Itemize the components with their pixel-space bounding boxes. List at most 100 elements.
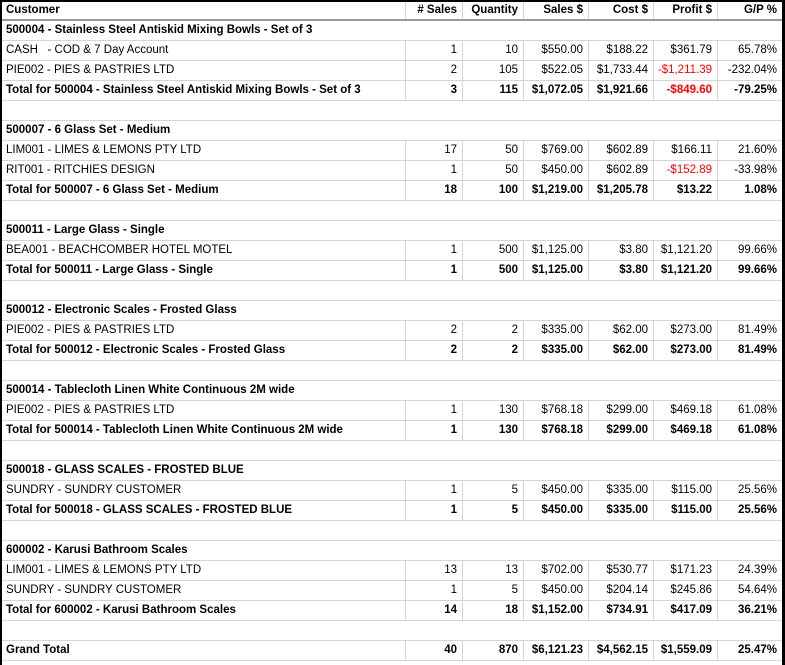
cell-cost-amount[interactable]: $602.89 (588, 141, 653, 160)
cell-sales-amount[interactable]: $450.00 (523, 481, 588, 500)
cell-gp-percent[interactable]: 81.49% (717, 341, 782, 360)
cell-gp-percent[interactable]: -33.98% (717, 161, 782, 180)
cell-sales-count[interactable]: 1 (405, 161, 462, 180)
cell-customer[interactable]: SUNDRY - SUNDRY CUSTOMER (2, 481, 405, 500)
cell-sales-amount[interactable]: $769.00 (523, 141, 588, 160)
cell-gp-percent[interactable]: 65.78% (717, 41, 782, 60)
cell-sales-count[interactable]: 2 (405, 61, 462, 80)
cell-cost-amount[interactable]: $299.00 (588, 401, 653, 420)
cell-profit-amount[interactable]: $273.00 (653, 321, 717, 340)
cell-cost-amount[interactable]: $188.22 (588, 41, 653, 60)
cell-customer[interactable]: CASH - COD & 7 Day Account (2, 41, 405, 60)
group-title[interactable]: 500004 - Stainless Steel Antiskid Mixing… (2, 21, 782, 40)
cell-sales-amount[interactable]: $768.18 (523, 421, 588, 440)
cell-customer[interactable]: PIE002 - PIES & PASTRIES LTD (2, 321, 405, 340)
cell-total-label[interactable]: Total for 500004 - Stainless Steel Antis… (2, 81, 405, 100)
cell-profit-amount[interactable]: -$1,211.39 (653, 61, 717, 80)
cell-profit-amount[interactable]: $1,559.09 (653, 641, 717, 660)
cell-sales-amount[interactable]: $1,152.00 (523, 601, 588, 620)
cell-profit-amount[interactable]: $469.18 (653, 421, 717, 440)
column-header-gp-percent[interactable]: G/P % (717, 2, 782, 19)
cell-gp-percent[interactable]: 61.08% (717, 401, 782, 420)
cell-sales-count[interactable]: 17 (405, 141, 462, 160)
cell-cost-amount[interactable]: $204.14 (588, 581, 653, 600)
group-title[interactable]: 500011 - Large Glass - Single (2, 221, 782, 240)
cell-profit-amount[interactable]: $245.86 (653, 581, 717, 600)
cell-customer[interactable]: LIM001 - LIMES & LEMONS PTY LTD (2, 141, 405, 160)
cell-sales-amount[interactable]: $6,121.23 (523, 641, 588, 660)
cell-gp-percent[interactable]: 99.66% (717, 261, 782, 280)
cell-total-label[interactable]: Total for 500011 - Large Glass - Single (2, 261, 405, 280)
cell-sales-count[interactable]: 1 (405, 481, 462, 500)
cell-total-label[interactable]: Total for 500018 - GLASS SCALES - FROSTE… (2, 501, 405, 520)
cell-gp-percent[interactable]: 25.56% (717, 501, 782, 520)
cell-profit-amount[interactable]: $469.18 (653, 401, 717, 420)
cell-sales-amount[interactable]: $450.00 (523, 161, 588, 180)
cell-sales-amount[interactable]: $1,219.00 (523, 181, 588, 200)
cell-total-label[interactable]: Total for 500014 - Tablecloth Linen Whit… (2, 421, 405, 440)
cell-sales-amount[interactable]: $335.00 (523, 341, 588, 360)
cell-gp-percent[interactable]: 99.66% (717, 241, 782, 260)
column-header-profit-amount[interactable]: Profit $ (653, 2, 717, 19)
cell-quantity[interactable]: 2 (462, 321, 523, 340)
cell-sales-count[interactable]: 3 (405, 81, 462, 100)
cell-gp-percent[interactable]: 54.64% (717, 581, 782, 600)
group-title[interactable]: 600002 - Karusi Bathroom Scales (2, 541, 782, 560)
cell-customer[interactable]: BEA001 - BEACHCOMBER HOTEL MOTEL (2, 241, 405, 260)
cell-total-label[interactable]: Total for 500012 - Electronic Scales - F… (2, 341, 405, 360)
cell-gp-percent[interactable]: 24.39% (717, 561, 782, 580)
cell-cost-amount[interactable]: $335.00 (588, 481, 653, 500)
cell-cost-amount[interactable]: $1,733.44 (588, 61, 653, 80)
cell-gp-percent[interactable]: 61.08% (717, 421, 782, 440)
cell-cost-amount[interactable]: $299.00 (588, 421, 653, 440)
cell-quantity[interactable]: 500 (462, 241, 523, 260)
cell-sales-amount[interactable]: $335.00 (523, 321, 588, 340)
cell-quantity[interactable]: 10 (462, 41, 523, 60)
cell-quantity[interactable]: 115 (462, 81, 523, 100)
cell-customer[interactable]: SUNDRY - SUNDRY CUSTOMER (2, 581, 405, 600)
cell-profit-amount[interactable]: $171.23 (653, 561, 717, 580)
cell-quantity[interactable]: 2 (462, 341, 523, 360)
cell-cost-amount[interactable]: $3.80 (588, 261, 653, 280)
cell-customer[interactable]: LIM001 - LIMES & LEMONS PTY LTD (2, 561, 405, 580)
cell-sales-count[interactable]: 18 (405, 181, 462, 200)
cell-sales-amount[interactable]: $450.00 (523, 581, 588, 600)
cell-gp-percent[interactable]: -232.04% (717, 61, 782, 80)
cell-gp-percent[interactable]: 81.49% (717, 321, 782, 340)
cell-customer[interactable]: PIE002 - PIES & PASTRIES LTD (2, 401, 405, 420)
cell-total-label[interactable]: Total for 500007 - 6 Glass Set - Medium (2, 181, 405, 200)
cell-profit-amount[interactable]: $115.00 (653, 481, 717, 500)
cell-quantity[interactable]: 5 (462, 581, 523, 600)
cell-quantity[interactable]: 130 (462, 401, 523, 420)
cell-quantity[interactable]: 105 (462, 61, 523, 80)
cell-sales-count[interactable]: 1 (405, 501, 462, 520)
cell-sales-count[interactable]: 40 (405, 641, 462, 660)
column-header-customer[interactable]: Customer (2, 2, 405, 19)
cell-sales-amount[interactable]: $1,072.05 (523, 81, 588, 100)
cell-gp-percent[interactable]: 25.47% (717, 641, 782, 660)
cell-sales-count[interactable]: 1 (405, 41, 462, 60)
cell-profit-amount[interactable]: $273.00 (653, 341, 717, 360)
cell-profit-amount[interactable]: $166.11 (653, 141, 717, 160)
group-title[interactable]: 500018 - GLASS SCALES - FROSTED BLUE (2, 461, 782, 480)
cell-total-label[interactable]: Grand Total (2, 641, 405, 660)
cell-cost-amount[interactable]: $734.91 (588, 601, 653, 620)
cell-sales-count[interactable]: 14 (405, 601, 462, 620)
column-header-sales-count[interactable]: # Sales (405, 2, 462, 19)
cell-sales-count[interactable]: 1 (405, 581, 462, 600)
cell-customer[interactable]: RIT001 - RITCHIES DESIGN (2, 161, 405, 180)
cell-cost-amount[interactable]: $602.89 (588, 161, 653, 180)
cell-gp-percent[interactable]: 1.08% (717, 181, 782, 200)
cell-cost-amount[interactable]: $1,921.66 (588, 81, 653, 100)
cell-sales-count[interactable]: 1 (405, 401, 462, 420)
cell-profit-amount[interactable]: -$849.60 (653, 81, 717, 100)
column-header-quantity[interactable]: Quantity (462, 2, 523, 19)
cell-quantity[interactable]: 5 (462, 481, 523, 500)
cell-sales-amount[interactable]: $1,125.00 (523, 241, 588, 260)
cell-quantity[interactable]: 870 (462, 641, 523, 660)
cell-profit-amount[interactable]: $13.22 (653, 181, 717, 200)
cell-quantity[interactable]: 500 (462, 261, 523, 280)
column-header-sales-amount[interactable]: Sales $ (523, 2, 588, 19)
cell-sales-count[interactable]: 1 (405, 421, 462, 440)
cell-cost-amount[interactable]: $3.80 (588, 241, 653, 260)
